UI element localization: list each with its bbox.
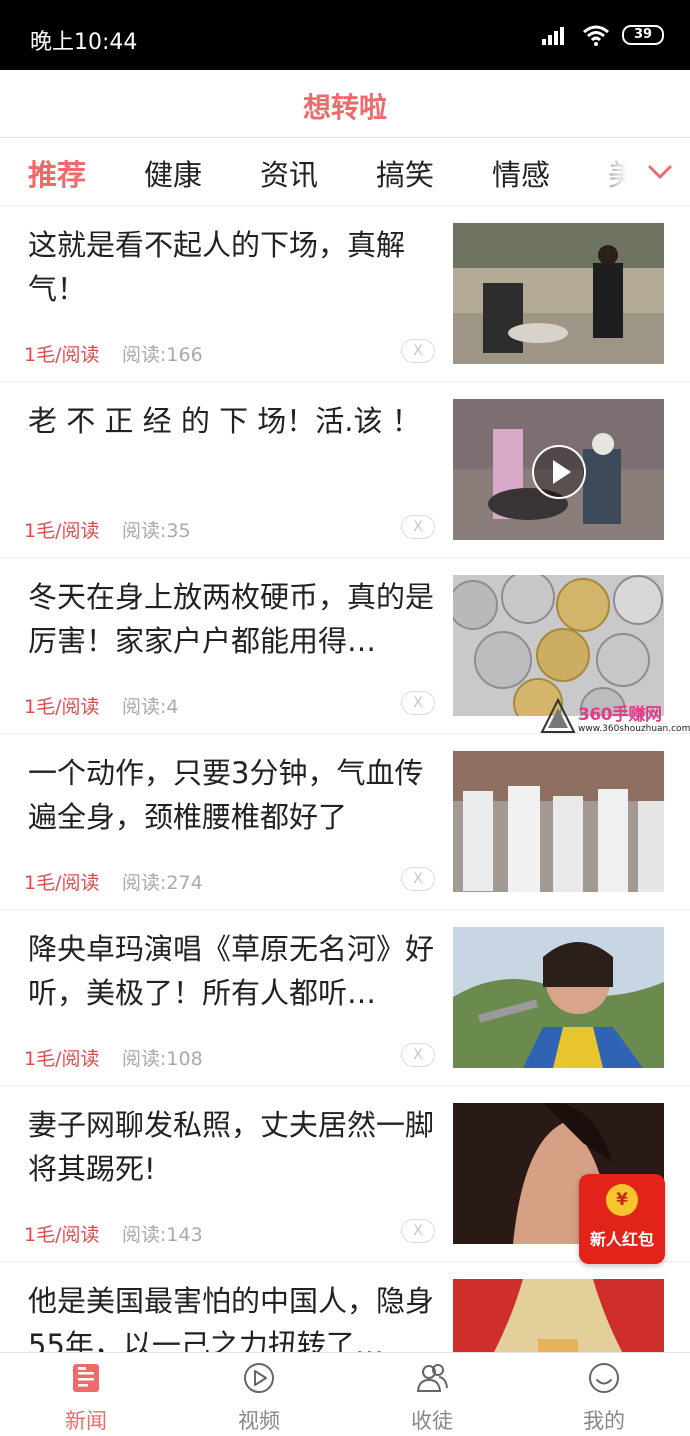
- thumbnail-image: [453, 751, 664, 892]
- status-bar: 晚上10:44 39: [0, 0, 690, 70]
- news-title[interactable]: 一个动作，只要3分钟，气血传遍全身，颈椎腰椎都好了: [28, 751, 438, 839]
- news-item[interactable]: 降央卓玛演唱《草原无名河》好听，美极了！所有人都听… 1毛/阅读 阅读:108 …: [0, 910, 690, 1086]
- dismiss-button[interactable]: X: [401, 339, 435, 363]
- news-item[interactable]: 老 不 正 经 的 下 场！活.该 ！ 1毛/阅读 阅读:35 X: [0, 382, 690, 558]
- smile-profile-icon: [589, 1363, 619, 1393]
- news-title[interactable]: 他是美国最害怕的中国人，隐身55年，以一己之力扭转了…: [28, 1279, 438, 1352]
- chevron-down-icon[interactable]: [646, 160, 674, 184]
- nav-item-profile[interactable]: 我的: [544, 1353, 664, 1436]
- news-thumbnail[interactable]: [453, 927, 664, 1068]
- news-title[interactable]: 这就是看不起人的下场，真解气！: [28, 223, 438, 311]
- watermark-logo-icon: [540, 698, 576, 733]
- reward-label: 1毛/阅读: [24, 872, 100, 894]
- watermark-text: 360手赚网: [578, 705, 662, 725]
- new-user-red-envelope-button[interactable]: ¥ 新人红包: [579, 1174, 665, 1264]
- news-thumbnail[interactable]: [453, 399, 664, 540]
- nav-label-news: 新闻: [65, 1409, 107, 1433]
- thumbnail-image: [453, 927, 664, 1068]
- thumbnail-image: [453, 575, 664, 716]
- nav-item-apprentice[interactable]: 收徒: [372, 1353, 492, 1436]
- news-title[interactable]: 妻子网聊发私照，丈夫居然一脚将其踢死!: [28, 1103, 438, 1191]
- reward-label: 1毛/阅读: [24, 1048, 100, 1070]
- reward-label: 1毛/阅读: [24, 696, 100, 718]
- read-count: 阅读:4: [122, 696, 179, 718]
- news-thumbnail[interactable]: [453, 575, 664, 716]
- dismiss-button[interactable]: X: [401, 691, 435, 715]
- nav-label-profile: 我的: [583, 1409, 625, 1433]
- watermark: 360手赚网 www.360shouzhuan.com: [540, 698, 690, 738]
- nav-item-video[interactable]: 视频: [199, 1353, 319, 1436]
- thumbnail-image: [453, 1279, 664, 1352]
- status-time: 晚上10:44: [30, 30, 138, 55]
- news-thumbnail[interactable]: [453, 223, 664, 364]
- wifi-icon: [583, 25, 609, 46]
- tab-emotion[interactable]: 情感: [492, 152, 550, 194]
- app-title: 想转啦: [302, 91, 387, 124]
- news-icon: [73, 1364, 99, 1392]
- news-title[interactable]: 降央卓玛演唱《草原无名河》好听，美极了！所有人都听…: [28, 927, 438, 1015]
- tab-health[interactable]: 健康: [144, 152, 202, 194]
- video-play-icon[interactable]: [531, 444, 587, 500]
- nav-item-news[interactable]: 新闻: [26, 1353, 146, 1436]
- video-play-icon: [244, 1363, 274, 1393]
- reward-label: 1毛/阅读: [24, 344, 100, 366]
- read-count: 阅读:143: [122, 1224, 203, 1246]
- tab-funny[interactable]: 搞笑: [376, 152, 434, 194]
- coin-icon: ¥: [606, 1184, 638, 1216]
- apprentice-icon: [416, 1364, 448, 1392]
- dismiss-button[interactable]: X: [401, 1043, 435, 1067]
- nav-label-apprentice: 收徒: [411, 1409, 453, 1433]
- bottom-nav: 新闻 视频 收徒 我的: [0, 1352, 690, 1436]
- read-count: 阅读:108: [122, 1048, 203, 1070]
- watermark-url: www.360shouzhuan.com: [578, 724, 690, 734]
- news-item[interactable]: 这就是看不起人的下场，真解气！ 1毛/阅读 阅读:166 X: [0, 206, 690, 382]
- read-count: 阅读:274: [122, 872, 203, 894]
- news-thumbnail[interactable]: [453, 751, 664, 892]
- thumbnail-image: [453, 223, 664, 364]
- reward-label: 1毛/阅读: [24, 520, 100, 542]
- red-envelope-label: 新人红包: [589, 1230, 654, 1249]
- tab-fade: [600, 138, 690, 205]
- category-tabs: 推荐 健康 资讯 搞笑 情感 美: [0, 138, 690, 206]
- reward-label: 1毛/阅读: [24, 1224, 100, 1246]
- signal-icon: [542, 27, 564, 45]
- nav-label-video: 视频: [238, 1409, 280, 1433]
- news-title[interactable]: 老 不 正 经 的 下 场！活.该 ！: [28, 399, 438, 443]
- tab-recommend[interactable]: 推荐: [28, 152, 86, 194]
- dismiss-button[interactable]: X: [401, 515, 435, 539]
- read-count: 阅读:166: [122, 344, 203, 366]
- status-icons: 39: [542, 24, 664, 46]
- news-thumbnail[interactable]: [453, 1279, 664, 1352]
- read-count: 阅读:35: [122, 520, 191, 542]
- dismiss-button[interactable]: X: [401, 1219, 435, 1243]
- dismiss-button[interactable]: X: [401, 867, 435, 891]
- news-title[interactable]: 冬天在身上放两枚硬币，真的是厉害！家家户户都能用得…: [28, 575, 438, 663]
- app-header: 想转啦: [0, 70, 690, 138]
- battery-icon: 39: [622, 25, 664, 45]
- news-item[interactable]: 一个动作，只要3分钟，气血传遍全身，颈椎腰椎都好了 1毛/阅读 阅读:274 X: [0, 734, 690, 910]
- news-item[interactable]: 他是美国最害怕的中国人，隐身55年，以一己之力扭转了…: [0, 1262, 690, 1352]
- tab-news[interactable]: 资讯: [260, 152, 318, 194]
